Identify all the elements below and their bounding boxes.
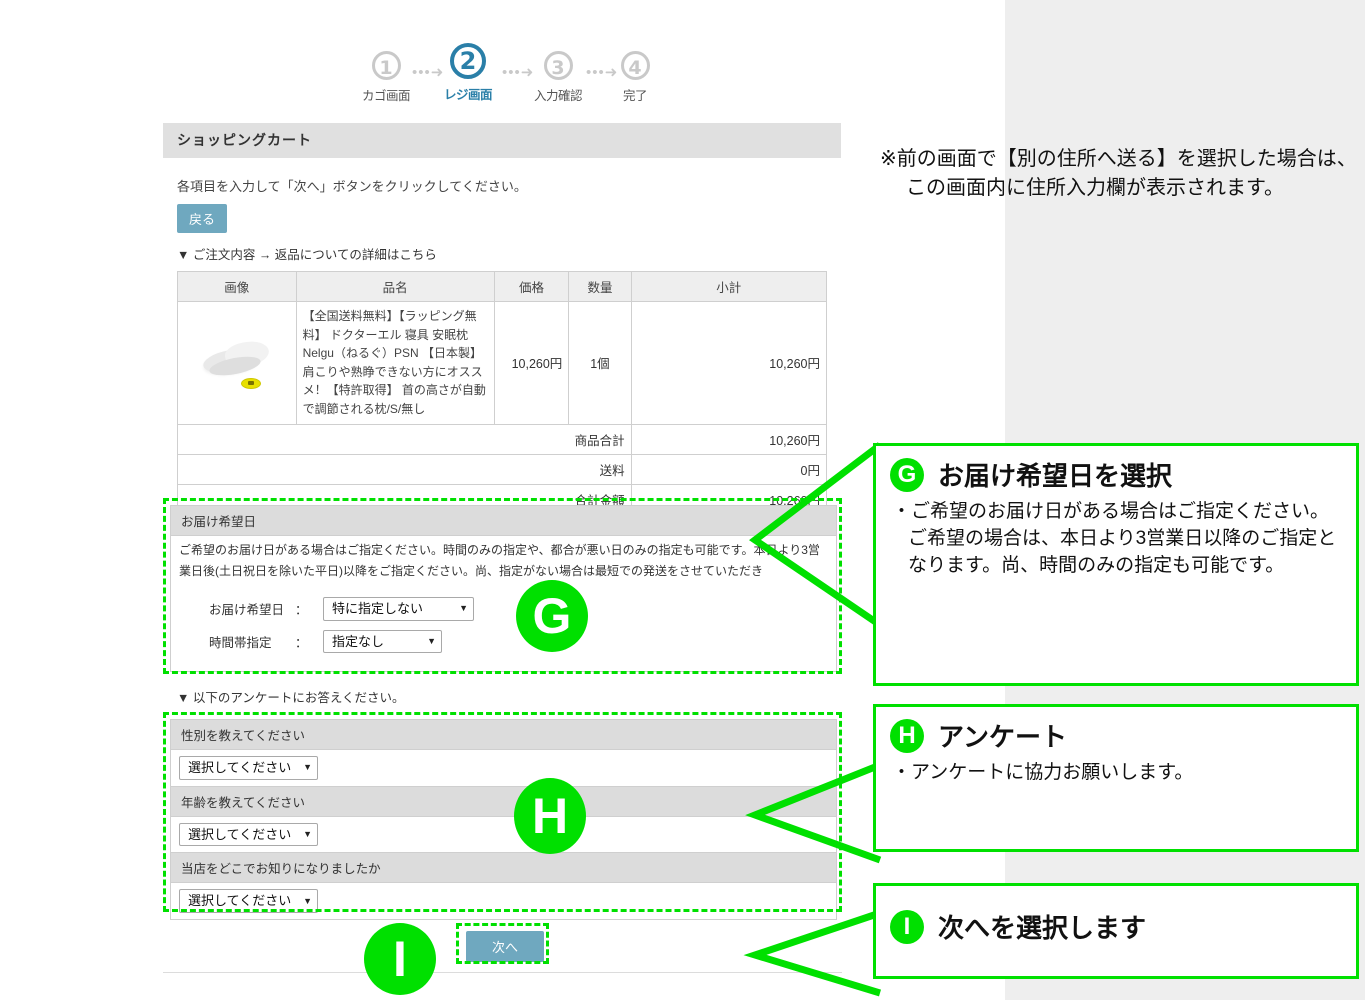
table-header-row: 画像 品名 価格 数量 小計 [178,272,827,302]
note-box-i: I 次へを選択します [873,883,1359,979]
note-g-title-row: G お届け希望日を選択 [890,456,1356,493]
step-3-label: 入力確認 [527,85,589,104]
instruction-text: 各項目を入力して「次へ」ボタンをクリックしてください。 [177,176,827,195]
step-3-circle: 3 [544,51,573,80]
note-h-heading: アンケート [938,717,1067,754]
step-2-checkout[interactable]: 2 レジ画面 [437,47,499,103]
col-header-image: 画像 [178,272,297,302]
order-items-table: 画像 品名 価格 数量 小計 【全国送料無料】【ラッピング無料】 ドクターエル … [177,271,827,515]
back-button[interactable]: 戻る [177,204,227,233]
shipping-label: 送料 [178,454,632,484]
pillow-icon [195,328,279,398]
note-g-body: ・ご希望のお届け日がある場合はご指定ください。ご希望の場合は、本日より3営業日以… [892,497,1356,590]
marker-h: H [514,778,586,854]
col-header-qty: 数量 [569,272,631,302]
survey-heading[interactable]: ▼ 以下のアンケートにお答えください。 [177,687,404,706]
col-header-subtotal: 小計 [631,272,826,302]
step-4-complete[interactable]: 4 完了 [604,51,666,104]
marker-i: I [364,923,436,995]
callout-connector-g [740,440,885,640]
totals-row-shipping: 送料 0円 [178,454,827,484]
col-header-price: 価格 [494,272,569,302]
product-subtotal: 10,260円 [631,302,826,425]
product-quantity: 1個 [569,302,631,425]
col-header-name: 品名 [296,272,494,302]
note-box-g: G お届け希望日を選択 ・ご希望のお届け日がある場合はご指定ください。ご希望の場… [873,443,1359,686]
top-note-text: ※前の画面で【別の住所へ送る】を選択した場合は、この画面内に住所入力欄が表示され… [880,145,1360,203]
totals-row-items: 商品合計 10,260円 [178,424,827,454]
step-4-circle: 4 [621,51,650,80]
note-i-title-row: I 次へを選択します [890,908,1356,945]
product-thumbnail-cell [178,302,297,425]
note-h-body: ・アンケートに協力お願いします。 [892,758,1356,797]
marker-g: G [516,580,588,652]
step-1-cart[interactable]: 1 カゴ画面 [355,51,417,104]
step-2-label: レジ画面 [437,84,499,103]
step-3-confirm[interactable]: 3 入力確認 [527,51,589,104]
note-i-badge: I [890,910,924,944]
product-name[interactable]: 【全国送料無料】【ラッピング無料】 ドクターエル 寝具 安眠枕 Nelgu（ねる… [296,302,494,425]
step-1-circle: 1 [372,51,401,80]
page-title: ショッピングカート [163,123,841,158]
table-row: 【全国送料無料】【ラッピング無料】 ドクターエル 寝具 安眠枕 Nelgu（ねる… [178,302,827,425]
note-box-h: H アンケート ・アンケートに協力お願いします。 [873,704,1359,852]
note-h-title-row: H アンケート [890,717,1356,754]
order-details-heading[interactable]: ▼ ご注文内容 → 返品についての詳細はこちら [177,244,827,263]
step-1-label: カゴ画面 [355,85,417,104]
highlight-box-next [456,923,549,964]
checkout-step-flow: 1 カゴ画面 •••➜ 2 レジ画面 •••➜ 3 入力確認 •••➜ 4 完了 [355,45,665,107]
items-total-label: 商品合計 [178,424,632,454]
note-g-heading: お届け希望日を選択 [938,456,1172,493]
top-note: ※前の画面で【別の住所へ送る】を選択した場合は、この画面内に住所入力欄が表示され… [880,145,1360,203]
step-2-circle: 2 [450,43,486,79]
callout-connector-h [740,760,885,870]
note-i-heading: 次へを選択します [938,908,1146,945]
note-g-badge: G [890,458,924,492]
product-price: 10,260円 [494,302,569,425]
callout-connector-i [740,905,885,985]
note-h-badge: H [890,719,924,753]
step-4-label: 完了 [604,85,666,104]
